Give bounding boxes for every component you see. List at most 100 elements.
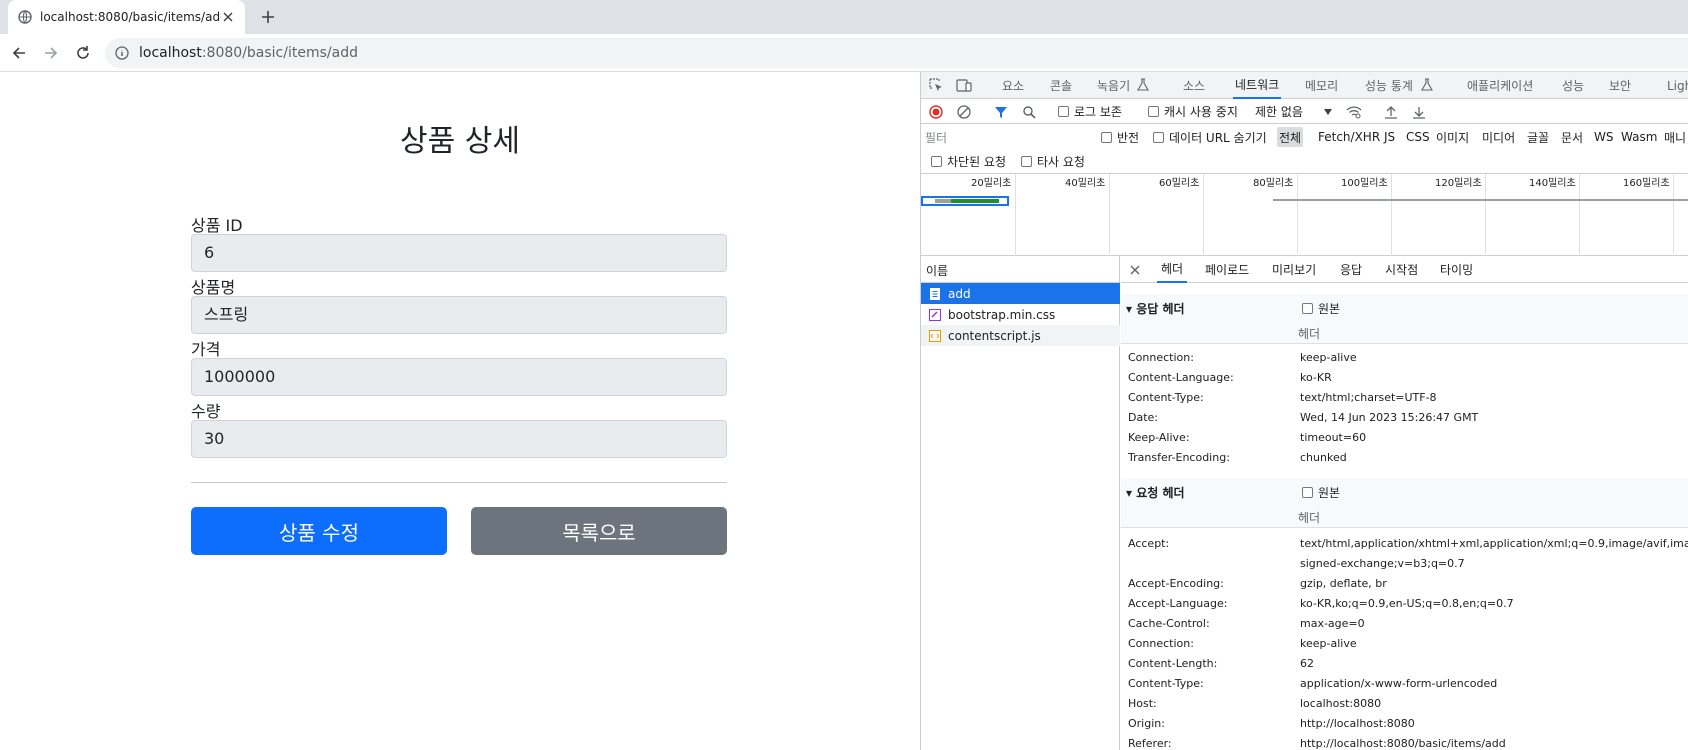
browser-tab[interactable]: localhost:8080/basic/items/add xyxy=(8,0,245,34)
type-filter-font[interactable]: 글꼴 xyxy=(1525,127,1551,147)
type-filter-ws[interactable]: WS xyxy=(1592,127,1615,147)
checkbox-box[interactable] xyxy=(1148,106,1159,117)
device-toolbar-icon[interactable] xyxy=(956,77,972,93)
back-button[interactable] xyxy=(6,40,32,66)
detail-tab-response[interactable]: 응답 xyxy=(1340,256,1362,283)
request-row-add[interactable]: add xyxy=(921,283,1120,304)
header-key: Date: xyxy=(1128,411,1158,424)
name-column-header[interactable]: 이름 xyxy=(921,256,1120,283)
detail-tab-preview[interactable]: 미리보기 xyxy=(1272,256,1316,283)
header-key: Content-Length: xyxy=(1128,657,1218,670)
response-headers-title[interactable]: ▾ 응답 헤더 xyxy=(1126,300,1185,317)
inspect-element-icon[interactable] xyxy=(928,77,944,93)
type-filter-js[interactable]: JS xyxy=(1382,127,1397,147)
third-party-label: 타사 요청 xyxy=(1037,154,1085,169)
third-party-checkbox[interactable]: 타사 요청 xyxy=(1019,151,1087,171)
detail-tab-headers[interactable]: 헤더 xyxy=(1157,256,1188,283)
response-headers-label: 응답 헤더 xyxy=(1136,302,1185,316)
price-label: 가격 xyxy=(191,340,221,359)
header-key: Cache-Control: xyxy=(1128,617,1210,630)
item-id-label: 상품 ID xyxy=(191,216,243,235)
url-path: :8080/basic/items/add xyxy=(201,45,358,61)
raw-checkbox[interactable]: 원본 xyxy=(1302,300,1340,317)
reload-button[interactable] xyxy=(70,40,96,66)
checkbox-box[interactable] xyxy=(1021,155,1032,167)
quantity-field[interactable]: 30 xyxy=(191,420,727,458)
preserve-log-checkbox[interactable]: 로그 보존 xyxy=(1058,99,1122,124)
filter-icon[interactable] xyxy=(994,99,1008,124)
throttle-select[interactable]: 제한 없음 xyxy=(1255,99,1333,124)
request-row-contentscript[interactable]: contentscript.js xyxy=(921,325,1120,346)
type-filter-manifest[interactable]: 매니 xyxy=(1662,127,1688,147)
filter-input[interactable]: 필터 xyxy=(925,128,1090,147)
devtools-tab-recorder[interactable]: 녹음기 xyxy=(1097,72,1130,99)
type-filter-media[interactable]: 미디어 xyxy=(1480,127,1517,147)
type-filter-img[interactable]: 이미지 xyxy=(1434,127,1471,147)
devtools-tab-performance[interactable]: 성능 xyxy=(1562,72,1584,99)
response-headers-section[interactable] xyxy=(1121,294,1688,344)
checkbox-box[interactable] xyxy=(931,155,942,167)
request-headers-title[interactable]: ▾ 요청 헤더 xyxy=(1126,484,1185,501)
new-tab-button[interactable] xyxy=(256,5,280,29)
preserve-log-label: 로그 보존 xyxy=(1074,105,1122,119)
grid-line xyxy=(1485,174,1486,256)
type-filter-doc[interactable]: 문서 xyxy=(1559,127,1585,147)
devtools-tab-security[interactable]: 보안 xyxy=(1609,72,1631,99)
search-icon[interactable] xyxy=(1022,99,1036,124)
checkbox-box[interactable] xyxy=(1101,131,1112,143)
type-filter-all[interactable]: 전체 xyxy=(1277,127,1304,147)
forward-button[interactable] xyxy=(38,40,64,66)
header-key: Content-Type: xyxy=(1128,391,1204,404)
detail-tab-payload[interactable]: 페이로드 xyxy=(1205,256,1249,283)
detail-tab-timing[interactable]: 타이밍 xyxy=(1440,256,1473,283)
request-name: add xyxy=(948,286,971,301)
disable-cache-checkbox[interactable]: 캐시 사용 중지 xyxy=(1148,99,1238,124)
back-to-list-button[interactable]: 목록으로 xyxy=(471,507,727,555)
devtools-tab-lighthouse[interactable]: Ligh xyxy=(1667,72,1688,99)
request-row-bootstrap[interactable]: bootstrap.min.css xyxy=(921,304,1120,325)
header-value: max-age=0 xyxy=(1300,617,1365,630)
devtools-tab-console[interactable]: 콘솔 xyxy=(1050,72,1072,99)
info-icon[interactable] xyxy=(115,46,129,60)
raw-checkbox[interactable]: 원본 xyxy=(1302,484,1340,501)
devtools-tab-performance-insights[interactable]: 성능 통계 xyxy=(1365,72,1413,99)
checkbox-box[interactable] xyxy=(1302,303,1313,314)
type-filter-wasm[interactable]: Wasm xyxy=(1619,127,1659,147)
edit-item-button[interactable]: 상품 수정 xyxy=(191,507,447,555)
grid-line xyxy=(1015,174,1016,256)
grid-line xyxy=(1673,174,1674,256)
network-conditions-icon[interactable] xyxy=(1346,99,1362,124)
close-detail-icon[interactable] xyxy=(1129,256,1141,283)
header-key: Referer: xyxy=(1128,737,1172,750)
hide-data-url-checkbox[interactable]: 데이터 URL 숨기기 xyxy=(1151,127,1269,147)
item-id-field[interactable]: 6 xyxy=(191,234,727,272)
type-filter-fetch[interactable]: Fetch/XHR xyxy=(1316,127,1382,147)
header-value: http://localhost:8080 xyxy=(1300,717,1415,730)
invert-checkbox[interactable]: 반전 xyxy=(1099,127,1141,147)
header-subtitle: 헤더 xyxy=(1298,511,1321,525)
price-field[interactable]: 1000000 xyxy=(191,358,727,396)
checkbox-box[interactable] xyxy=(1302,487,1313,498)
devtools-tab-network[interactable]: 네트워크 xyxy=(1233,72,1282,99)
detail-tab-initiator[interactable]: 시작점 xyxy=(1385,256,1418,283)
checkbox-box[interactable] xyxy=(1153,131,1164,143)
checkbox-box[interactable] xyxy=(1058,106,1069,117)
devtools-tab-sources[interactable]: 소스 xyxy=(1183,72,1205,99)
header-key: Accept-Language: xyxy=(1128,597,1228,610)
request-headers-section[interactable] xyxy=(1121,478,1688,528)
close-tab-icon[interactable] xyxy=(221,10,235,24)
export-har-icon[interactable] xyxy=(1412,99,1426,124)
header-value: application/x-www-form-urlencoded xyxy=(1300,677,1498,690)
type-filter-css[interactable]: CSS xyxy=(1404,127,1432,147)
header-value: ko-KR xyxy=(1300,371,1332,384)
clear-icon[interactable] xyxy=(957,99,971,124)
devtools-tab-application[interactable]: 애플리케이션 xyxy=(1467,72,1533,99)
item-name-field[interactable]: 스프링 xyxy=(191,296,727,334)
record-icon[interactable] xyxy=(929,99,943,124)
blocked-requests-checkbox[interactable]: 차단된 요청 xyxy=(929,151,1008,171)
header-key: Keep-Alive: xyxy=(1128,431,1190,444)
import-har-icon[interactable] xyxy=(1384,99,1398,124)
devtools-tab-elements[interactable]: 요소 xyxy=(1002,72,1024,99)
devtools-tab-memory[interactable]: 메모리 xyxy=(1305,72,1338,99)
address-bar[interactable]: localhost:8080/basic/items/add xyxy=(105,38,1688,68)
